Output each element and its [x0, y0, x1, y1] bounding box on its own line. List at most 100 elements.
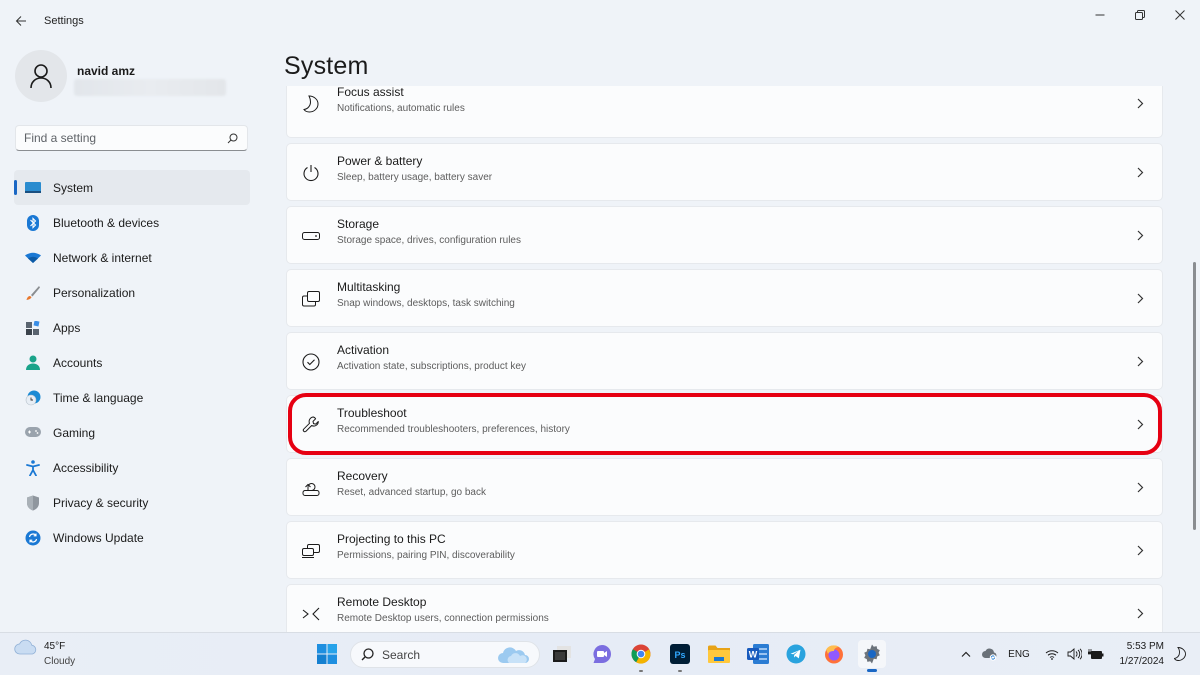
back-button[interactable]: [10, 10, 32, 32]
card-recovery[interactable]: Recovery Reset, advanced startup, go bac…: [286, 458, 1163, 516]
tray-battery[interactable]: [1086, 641, 1106, 667]
sidebar-item-apps[interactable]: Apps: [14, 310, 250, 345]
sidebar-item-label: Apps: [53, 320, 81, 335]
apps-icon: [24, 319, 42, 337]
avatar[interactable]: [15, 50, 67, 102]
taskbar-photoshop[interactable]: Ps: [666, 640, 694, 672]
card-activation[interactable]: Activation Activation state, subscriptio…: [286, 332, 1163, 390]
start-button[interactable]: [313, 640, 341, 668]
search-input[interactable]: [24, 131, 225, 145]
sidebar-item-label: Windows Update: [53, 530, 144, 545]
storage-icon: [301, 226, 321, 246]
taskbar-telegram[interactable]: [782, 640, 810, 668]
sidebar-item-privacy[interactable]: Privacy & security: [14, 485, 250, 520]
restore-button[interactable]: [1120, 4, 1160, 26]
user-email-redacted: [74, 79, 226, 96]
check-circle-icon: [301, 352, 321, 372]
chrome-icon: [631, 644, 651, 664]
scrollbar[interactable]: [1193, 262, 1196, 530]
tray-wifi[interactable]: [1042, 641, 1062, 667]
taskbar-firefox[interactable]: [820, 640, 848, 668]
sidebar-item-label: Accessibility: [53, 460, 119, 475]
taskbar-task-view[interactable]: [548, 640, 576, 668]
sidebar-item-system[interactable]: System: [14, 170, 250, 205]
wifi-icon: [24, 249, 42, 267]
time-language-icon: [24, 389, 42, 407]
folder-icon: [708, 645, 730, 663]
show-hidden-icons-button[interactable]: [958, 641, 974, 667]
chevron-up-icon: [961, 651, 971, 657]
moon-icon: [1174, 647, 1186, 661]
remote-desktop-icon: [301, 604, 321, 624]
chevron-right-icon: [1134, 479, 1146, 495]
chevron-right-icon: [1134, 353, 1146, 369]
windows-start-icon: [317, 644, 337, 664]
card-projecting[interactable]: Projecting to this PC Permissions, pairi…: [286, 521, 1163, 579]
sidebar-item-accessibility[interactable]: Accessibility: [14, 450, 250, 485]
sidebar-item-bluetooth[interactable]: Bluetooth & devices: [14, 205, 250, 240]
card-subtitle: Snap windows, desktops, task switching: [337, 298, 515, 309]
search-highlight-cloud-icon: [498, 647, 529, 663]
card-multitasking[interactable]: Multitasking Snap windows, desktops, tas…: [286, 269, 1163, 327]
search-icon[interactable]: [225, 131, 239, 145]
card-title: Troubleshoot: [337, 406, 407, 420]
user-icon: [30, 64, 52, 89]
taskbar-chat[interactable]: [588, 640, 616, 668]
page-title: System: [284, 52, 369, 80]
sidebar-item-gaming[interactable]: Gaming: [14, 415, 250, 450]
chevron-right-icon: [1134, 605, 1146, 621]
taskbar-search[interactable]: Search: [350, 641, 540, 668]
weather-temp: 45°F: [44, 641, 66, 652]
sidebar-item-network[interactable]: Network & internet: [14, 240, 250, 275]
card-title: Remote Desktop: [337, 595, 427, 609]
sidebar-item-time-language[interactable]: Time & language: [14, 380, 250, 415]
card-power-battery[interactable]: Power & battery Sleep, battery usage, ba…: [286, 143, 1163, 201]
sidebar-item-label: Gaming: [53, 425, 96, 440]
weather-widget[interactable]: 45°F Cloudy: [14, 639, 75, 667]
card-storage[interactable]: Storage Storage space, drives, configura…: [286, 206, 1163, 264]
sidebar-item-personalization[interactable]: Personalization: [14, 275, 250, 310]
title-bar: Settings: [0, 0, 1200, 44]
sidebar-item-accounts[interactable]: Accounts: [14, 345, 250, 380]
card-troubleshoot[interactable]: Troubleshoot Recommended troubleshooters…: [286, 395, 1163, 453]
cloud-sync-icon: [982, 648, 997, 661]
find-setting-search[interactable]: [15, 125, 248, 151]
projecting-icon: [301, 541, 321, 561]
minimize-button[interactable]: [1080, 4, 1120, 26]
tray-language[interactable]: ENG: [1006, 641, 1032, 667]
moon-icon: [301, 94, 321, 114]
chevron-right-icon: [1134, 290, 1146, 306]
minimize-icon: [1095, 14, 1105, 16]
close-button[interactable]: [1160, 4, 1200, 26]
card-subtitle: Activation state, subscriptions, product…: [337, 361, 526, 372]
taskbar-file-explorer[interactable]: [705, 640, 733, 668]
sidebar-item-label: Time & language: [53, 390, 144, 405]
notification-center-button[interactable]: [1170, 641, 1190, 667]
bluetooth-icon: [24, 214, 42, 232]
svg-text:Ps: Ps: [674, 650, 685, 660]
card-subtitle: Remote Desktop users, connection permiss…: [337, 613, 549, 624]
card-title: Projecting to this PC: [337, 532, 446, 546]
clock-time: 5:53 PM: [1126, 641, 1164, 652]
card-title: Recovery: [337, 469, 388, 483]
card-subtitle: Storage space, drives, configuration rul…: [337, 235, 521, 246]
tray-onedrive[interactable]: [980, 641, 1000, 667]
search-icon: [361, 648, 374, 661]
sidebar-nav: System Bluetooth & devices Network & int…: [14, 170, 250, 555]
clock-date: 1/27/2024: [1119, 656, 1165, 667]
taskbar-clock[interactable]: 5:53 PM 1/27/2024: [1112, 639, 1165, 669]
sidebar-item-windows-update[interactable]: Windows Update: [14, 520, 250, 555]
tray-volume[interactable]: [1064, 641, 1084, 667]
card-title: Storage: [337, 217, 380, 231]
card-title: Focus assist: [337, 86, 404, 99]
running-indicator: [678, 670, 682, 672]
card-title: Activation: [337, 343, 390, 357]
card-remote-desktop[interactable]: Remote Desktop Remote Desktop users, con…: [286, 584, 1163, 632]
taskbar-word[interactable]: W: [744, 640, 772, 668]
card-focus-assist[interactable]: Focus assist Notifications, automatic ru…: [286, 86, 1163, 138]
sidebar-item-label: Privacy & security: [53, 495, 149, 510]
taskbar-settings[interactable]: [858, 640, 886, 672]
card-title: Power & battery: [337, 154, 423, 168]
card-subtitle: Permissions, pairing PIN, discoverabilit…: [337, 550, 515, 561]
taskbar-chrome[interactable]: [627, 640, 655, 672]
